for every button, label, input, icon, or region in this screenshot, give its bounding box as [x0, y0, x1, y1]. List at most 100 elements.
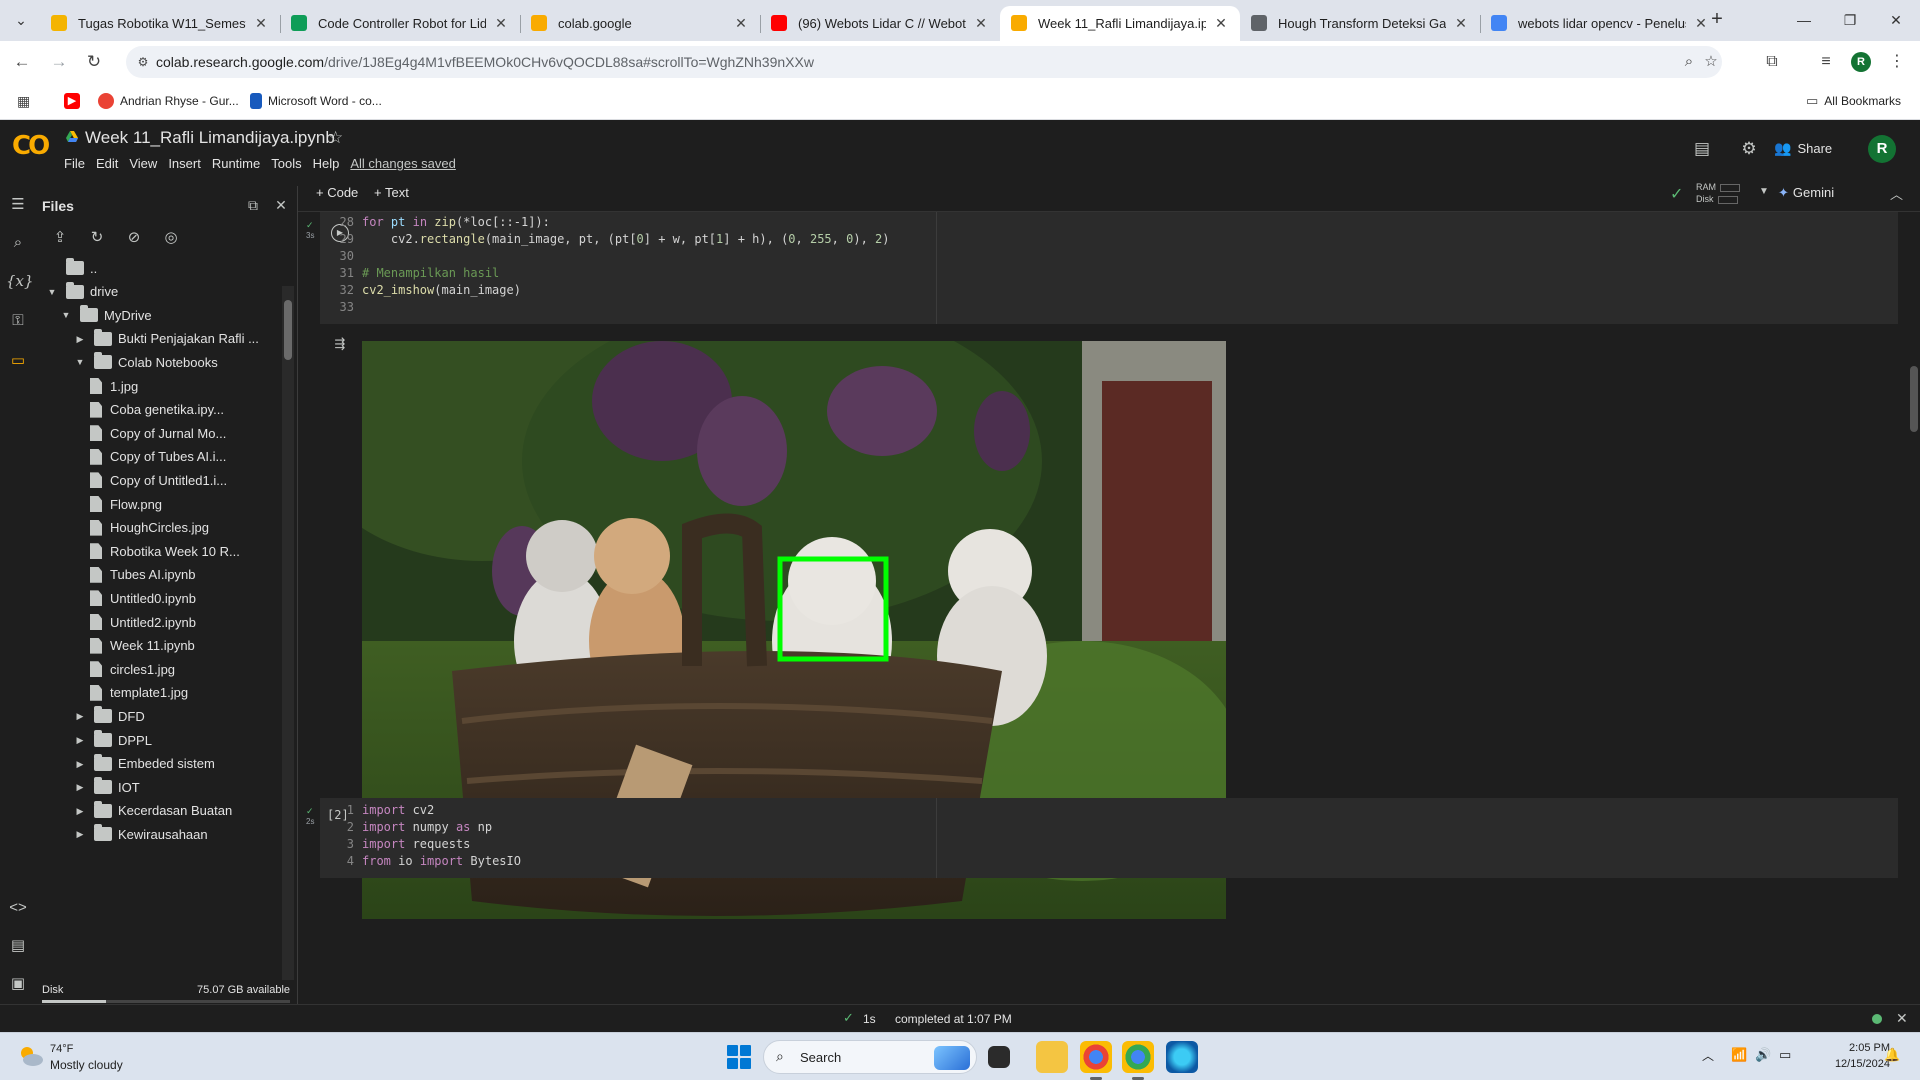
code-line[interactable]: 30 [320, 249, 362, 266]
menu-view[interactable]: View [129, 156, 157, 171]
tree-folder-item[interactable]: ▶ Bukti Penjajakan Rafli ... [74, 327, 259, 351]
browser-tab-1[interactable]: Code Controller Robot for Lidar ✕ [280, 6, 520, 41]
file-explorer-icon[interactable] [1036, 1041, 1068, 1073]
tree-file-item[interactable]: Flow.png [90, 492, 162, 516]
browser-tab-2[interactable]: colab.google ✕ [520, 6, 760, 41]
tree-file-item[interactable]: Copy of Tubes AI.i... [90, 445, 226, 469]
save-status[interactable]: All changes saved [350, 156, 456, 171]
media-controls-icon[interactable]: ≡ [1814, 50, 1838, 74]
clock-date[interactable]: 12/15/2024 [1808, 1058, 1890, 1070]
wifi-icon[interactable]: 📶 [1731, 1047, 1747, 1063]
tab-search-button[interactable]: ⌄ [9, 8, 33, 32]
restore-button[interactable]: ❐ [1835, 8, 1865, 32]
browser-profile-avatar[interactable]: R [1851, 52, 1871, 72]
extensions-icon[interactable]: ⧉ [1760, 50, 1784, 74]
settings-gear-icon[interactable]: ⚙ [1737, 137, 1761, 161]
site-info-icon[interactable]: ⚙ [134, 53, 152, 71]
edge-browser-icon[interactable] [1166, 1041, 1198, 1073]
bookmark-andrian-rhyse[interactable]: Andrian Rhyse - Gur... [98, 91, 239, 111]
weather-cloudy-icon[interactable] [18, 1045, 44, 1067]
gemini-button[interactable]: ✦ Gemini [1778, 185, 1834, 201]
url-text[interactable]: colab.research.google.com/drive/1J8Eg4g4… [156, 54, 814, 70]
code-line[interactable]: 28 for pt in zip(*loc[::-1]): [320, 215, 550, 232]
tree-file-item[interactable]: Coba genetika.ipy... [90, 398, 224, 422]
status-close-icon[interactable]: ✕ [1896, 1010, 1908, 1027]
code-line[interactable]: 2 import numpy as np [320, 820, 492, 837]
upload-file-icon[interactable]: ⇪ [48, 226, 72, 250]
task-view-icon[interactable] [988, 1046, 1010, 1068]
tree-file-item[interactable]: 1.jpg [90, 374, 138, 398]
chevron-right-icon[interactable]: ▶ [74, 734, 86, 746]
code-snippets-icon[interactable]: <> [6, 896, 30, 920]
star-icon[interactable]: ☆ [328, 128, 343, 148]
close-window-button[interactable]: ✕ [1881, 8, 1911, 32]
tree-file-item[interactable]: Untitled0.ipynb [90, 586, 196, 610]
back-button[interactable]: ← [9, 49, 35, 75]
add-code-button[interactable]: + Code [316, 185, 358, 200]
taskbar-search-box[interactable]: ⌕ Search [763, 1040, 977, 1074]
browser-tab-6[interactable]: webots lidar opencv - Penelusu ✕ [1480, 6, 1720, 41]
terminal-icon[interactable]: ▣ [6, 972, 30, 996]
browser-tab-0[interactable]: Tugas Robotika W11_Semester ✕ [40, 6, 280, 41]
tree-folder-item[interactable]: .. [46, 256, 97, 280]
user-avatar[interactable]: R [1868, 135, 1896, 163]
tree-file-item[interactable]: Robotika Week 10 R... [90, 539, 240, 563]
code-line[interactable]: 4 from io import BytesIO [320, 854, 521, 871]
file-tree-scroll-thumb[interactable] [284, 300, 292, 360]
colab-logo[interactable]: CO [12, 132, 52, 160]
minimize-button[interactable]: — [1789, 8, 1819, 32]
tab-close-icon[interactable]: ✕ [733, 15, 749, 31]
forward-button[interactable]: → [46, 49, 72, 75]
menu-tools[interactable]: Tools [271, 156, 301, 171]
tree-folder-item[interactable]: ▼ drive [46, 280, 118, 304]
all-bookmarks-button[interactable]: ▭ All Bookmarks [1806, 91, 1901, 111]
chevron-right-icon[interactable]: ▶ [74, 710, 86, 722]
menu-runtime[interactable]: Runtime [212, 156, 260, 171]
code-line[interactable]: 29 cv2.rectangle(main_image, pt, (pt[0] … [320, 232, 890, 249]
close-panel-icon[interactable]: ✕ [270, 194, 292, 216]
tree-folder-item[interactable]: ▶ DFD [74, 704, 145, 728]
weather-description[interactable]: Mostly cloudy [50, 1058, 123, 1072]
tab-close-icon[interactable]: ✕ [493, 15, 509, 31]
tree-file-item[interactable]: Week 11.ipynb [90, 634, 195, 658]
apps-grid-icon[interactable]: ▦ [17, 91, 30, 111]
file-tree-scrollbar[interactable] [282, 286, 294, 980]
browser-tab-3[interactable]: (96) Webots Lidar C // Webots ✕ [760, 6, 1000, 41]
open-in-tab-icon[interactable]: ⧉ [242, 194, 264, 216]
tab-close-icon[interactable]: ✕ [253, 15, 269, 31]
search-icon[interactable]: ⌕ [6, 231, 30, 255]
tree-file-item[interactable]: Copy of Untitled1.i... [90, 468, 227, 492]
tab-close-icon[interactable]: ✕ [1453, 15, 1469, 31]
browser-tab-4[interactable]: Week 11_Rafli Limandijaya.ipynb ✕ [1000, 6, 1240, 41]
windows-start-button[interactable] [727, 1045, 751, 1069]
zoom-icon[interactable]: ⌕ [1679, 52, 1699, 72]
browser-tab-5[interactable]: Hough Transform Deteksi Garis ✕ [1240, 6, 1480, 41]
weather-temperature[interactable]: 74°F [50, 1043, 73, 1055]
bookmark-youtube[interactable]: ▶ [64, 91, 86, 111]
code-line[interactable]: 32 cv2_imshow(main_image) [320, 283, 521, 300]
tree-folder-item[interactable]: ▶ Kewirausahaan [74, 822, 208, 846]
table-of-contents-icon[interactable]: ☰ [6, 193, 30, 217]
bookmark-star-icon[interactable]: ☆ [1701, 52, 1721, 72]
output-actions-icon[interactable]: ⇶ [330, 334, 350, 354]
tree-file-item[interactable]: HoughCircles.jpg [90, 516, 209, 540]
tree-file-item[interactable]: Tubes AI.ipynb [90, 563, 196, 587]
tab-close-icon[interactable]: ✕ [973, 15, 989, 31]
tree-folder-item[interactable]: ▶ DPPL [74, 728, 152, 752]
tree-file-item[interactable]: Copy of Jurnal Mo... [90, 421, 226, 445]
tree-folder-item[interactable]: ▼ MyDrive [60, 303, 152, 327]
status-text[interactable]: completed at 1:07 PM [895, 1012, 1012, 1026]
notebook-title[interactable]: Week 11_Rafli Limandijaya.ipynb [85, 128, 335, 148]
chrome-profile-2-icon[interactable] [1122, 1041, 1154, 1080]
cell-1-code-editor[interactable]: 28 for pt in zip(*loc[::-1]): 29 cv2.recta… [320, 212, 914, 324]
new-tab-button[interactable]: + [1703, 8, 1731, 32]
share-button[interactable]: 👥 Share [1774, 134, 1832, 162]
volume-icon[interactable]: 🔊 [1755, 1047, 1771, 1063]
collapse-header-icon[interactable]: ︿ [1890, 184, 1903, 203]
chevron-right-icon[interactable]: ▶ [74, 758, 86, 770]
menu-help[interactable]: Help [313, 156, 340, 171]
command-palette-icon[interactable]: ▤ [6, 934, 30, 958]
code-line[interactable]: 33 [320, 300, 362, 317]
tab-close-icon[interactable]: ✕ [1213, 15, 1229, 31]
clock-time[interactable]: 2:05 PM [1828, 1042, 1890, 1054]
